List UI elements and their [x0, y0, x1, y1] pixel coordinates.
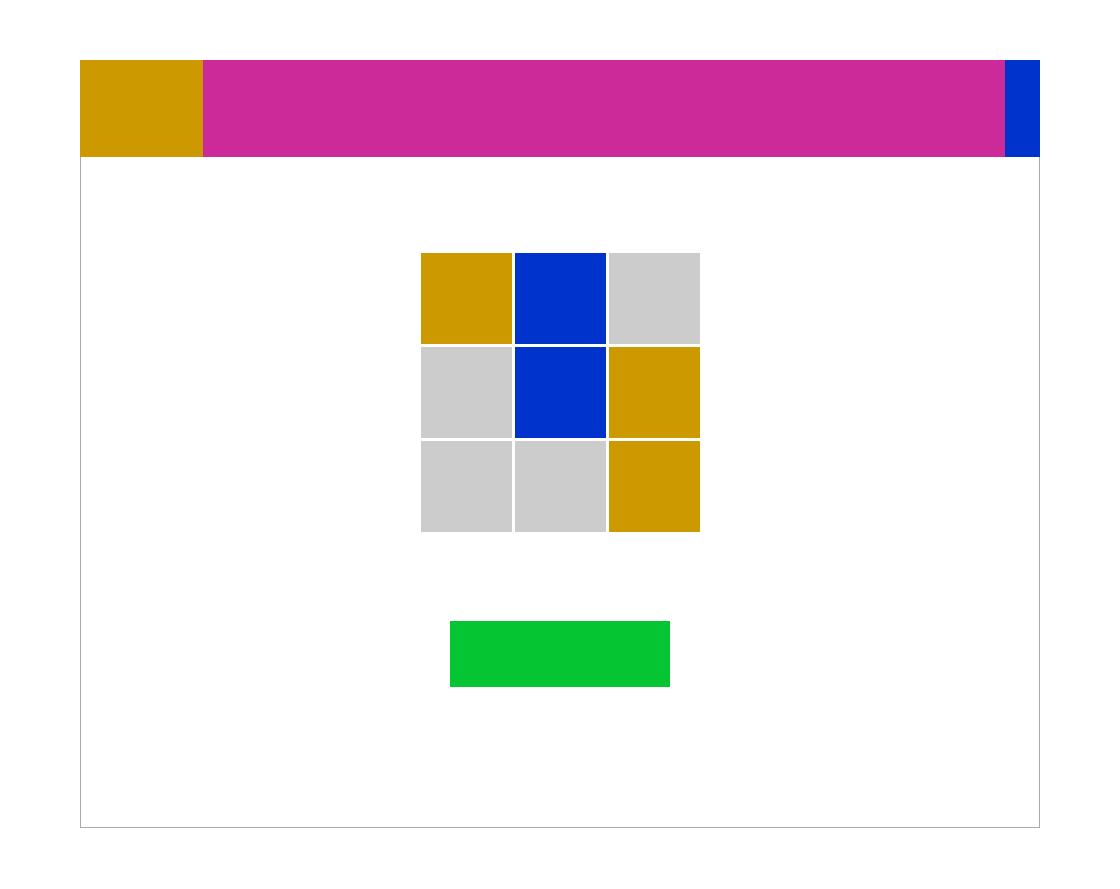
header-right-block: [1005, 60, 1040, 157]
action-button[interactable]: [450, 621, 670, 687]
color-grid: [421, 253, 701, 533]
grid-cell-r2-c1[interactable]: [421, 347, 512, 438]
grid-cell-r2-c2[interactable]: [515, 347, 606, 438]
header-center-block: [203, 60, 1005, 157]
grid-cell-r3-c1[interactable]: [421, 441, 512, 532]
app-window: [80, 60, 1040, 828]
grid-cell-r1-c1[interactable]: [421, 253, 512, 344]
header-bar: [80, 60, 1040, 157]
header-left-block: [80, 60, 203, 157]
grid-cell-r1-c2[interactable]: [515, 253, 606, 344]
grid-cell-r3-c2[interactable]: [515, 441, 606, 532]
grid-cell-r3-c3[interactable]: [609, 441, 700, 532]
grid-cell-r2-c3[interactable]: [609, 347, 700, 438]
grid-cell-r1-c3[interactable]: [609, 253, 700, 344]
